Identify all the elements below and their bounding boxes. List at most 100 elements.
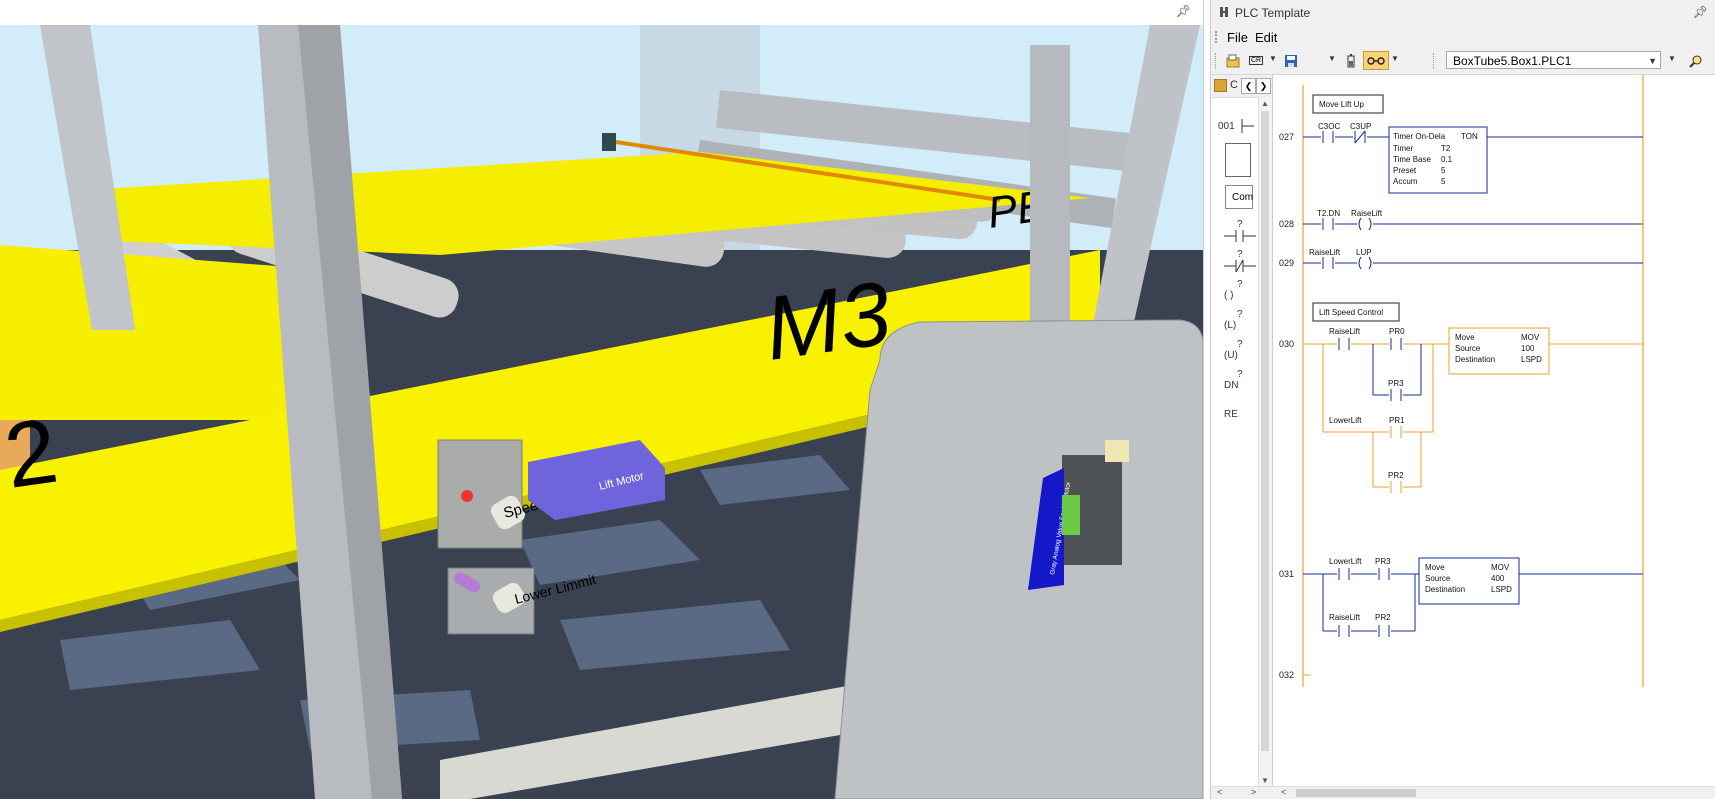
plc-template-panel: PLC Template 📌︎ File Edit CR ▼ ▼ ▼ BoxTu… <box>1210 0 1715 799</box>
menu-file[interactable]: File <box>1227 30 1248 45</box>
block-param-name: Preset <box>1393 166 1417 175</box>
xic-contact[interactable] <box>1389 338 1403 350</box>
ote-coil[interactable] <box>1357 256 1373 270</box>
3d-scene[interactable]: PE3 M3 2 Speed Change Lift Motor Lower L… <box>0 25 1203 799</box>
block-param-value: 400 <box>1491 574 1505 583</box>
rung-number: 030 <box>1279 339 1294 349</box>
control-panel[interactable] <box>834 319 1203 799</box>
contact-label: RaiseLift <box>1329 613 1361 622</box>
ote-coil-icon[interactable]: ( ) <box>1224 290 1256 301</box>
palette-rung-number: 001 <box>1218 121 1235 132</box>
palette-prev-button[interactable]: ❮ <box>1241 78 1256 94</box>
search-icon <box>1689 55 1702 68</box>
block-param-name: Source <box>1455 344 1481 353</box>
compare-item-label: Com <box>1232 192 1254 203</box>
xio-contact-icon[interactable] <box>1224 259 1256 273</box>
scroll-thumb[interactable] <box>1261 111 1269 751</box>
rung-number: 031 <box>1279 569 1294 579</box>
plc-app-icon <box>1220 7 1228 17</box>
block-type: TON <box>1461 132 1478 141</box>
simulation-viewport[interactable]: 📌︎ PE3 M3 2 Speed Lift Motor Lower Limmi… <box>0 0 1204 799</box>
scroll-down-icon[interactable]: ▼ <box>1261 776 1269 785</box>
menubar-grip <box>1215 31 1219 43</box>
xio-contact[interactable] <box>1353 130 1367 144</box>
plc-toolbar: CR ▼ ▼ ▼ BoxTube5.Box1.PLC1 ▼ ▼ <box>1211 48 1715 75</box>
block-param-name: Accum <box>1393 177 1418 186</box>
instruction-palette: C ❮ ❯ 001 Com ? ? ? ( ) ? (L) ? (U) ? DN… <box>1211 75 1273 787</box>
rung-number: 028 <box>1279 219 1294 229</box>
branch-block-item[interactable] <box>1225 143 1251 177</box>
contact-label: PR3 <box>1375 557 1391 566</box>
palette-title: C <box>1230 79 1238 91</box>
re-coil-icon[interactable]: RE <box>1224 409 1256 420</box>
rung-comment-text: Move Lift Up <box>1319 100 1364 109</box>
block-param-value: 5 <box>1441 177 1446 186</box>
scroll-left-icon[interactable]: < <box>1281 787 1286 797</box>
scroll-thumb[interactable] <box>1296 789 1416 797</box>
toolbar-overflow-icon[interactable]: ▼ <box>1328 54 1336 63</box>
xic-contact[interactable] <box>1321 131 1335 143</box>
right-frame <box>1030 45 1070 335</box>
palette-color-icon <box>1214 79 1227 92</box>
xic-contact[interactable] <box>1321 257 1335 269</box>
toolbar-overflow-icon[interactable]: ▼ <box>1391 54 1399 63</box>
block-param-value: 100 <box>1521 344 1535 353</box>
plc-window-title: PLC Template <box>1235 6 1311 20</box>
contact-label: PR2 <box>1388 471 1404 480</box>
save-button[interactable] <box>1281 51 1301 70</box>
ladder-diagram[interactable]: Move Lift Up 027 C3OC C3UP Timer On-Dela… <box>1273 75 1715 787</box>
xic-contact[interactable] <box>1377 568 1391 580</box>
scroll-up-icon[interactable]: ▲ <box>1261 99 1269 108</box>
xic-contact[interactable] <box>1337 338 1351 350</box>
xic-contact-icon[interactable] <box>1224 229 1256 243</box>
pin-icon[interactable]: 📌︎ <box>1693 5 1708 19</box>
block-type: MOV <box>1521 333 1540 342</box>
xic-contact[interactable] <box>1337 625 1351 637</box>
compare-item[interactable]: Com <box>1225 185 1253 209</box>
palette-scrollbar[interactable]: ▲ ▼ <box>1258 97 1272 787</box>
block-param-name: Time Base <box>1393 155 1431 164</box>
ote-coil[interactable] <box>1357 217 1373 231</box>
panel-green-led <box>1062 495 1080 535</box>
toolbar-overflow-icon[interactable]: ▼ <box>1668 54 1676 63</box>
block-type: MOV <box>1491 563 1510 572</box>
xic-contact[interactable] <box>1389 389 1403 401</box>
speed-change-sensor[interactable] <box>437 439 523 549</box>
xic-contact[interactable] <box>1377 625 1391 637</box>
xic-contact[interactable] <box>1389 426 1403 438</box>
indicator-light <box>461 490 473 502</box>
dn-coil-icon[interactable]: DN <box>1224 380 1256 391</box>
block-param-value: T2 <box>1441 144 1451 153</box>
open-file-icon <box>1226 54 1240 67</box>
toolbar-overflow-icon[interactable]: ▼ <box>1269 54 1277 63</box>
otl-coil-icon[interactable]: (L) <box>1224 320 1256 331</box>
xic-contact[interactable] <box>1389 481 1403 493</box>
palette-header: C ❮ ❯ <box>1211 75 1272 98</box>
block-param-name: Destination <box>1455 355 1495 364</box>
contact-label: PR0 <box>1389 327 1405 336</box>
find-button[interactable] <box>1685 51 1707 70</box>
xic-contact[interactable] <box>1321 218 1335 230</box>
save-icon <box>1285 54 1297 67</box>
menu-edit[interactable]: Edit <box>1255 30 1277 45</box>
pin-icon[interactable]: 📌︎ <box>1176 4 1191 18</box>
otu-coil-icon[interactable]: (U) <box>1224 350 1256 361</box>
scroll-left-icon[interactable]: < <box>1217 787 1222 797</box>
open-file-button[interactable] <box>1223 51 1243 70</box>
plc-selector[interactable]: BoxTube5.Box1.PLC1 ▼ <box>1446 51 1661 69</box>
horizontal-scrollbar[interactable]: < > < <box>1211 786 1715 799</box>
block-param-value: LSPD <box>1521 355 1542 364</box>
ladder-editor[interactable]: Move Lift Up 027 C3OC C3UP Timer On-Dela… <box>1273 75 1715 787</box>
viewport-header: 📌︎ <box>0 0 1203 26</box>
contact-label: C3OC <box>1318 122 1340 131</box>
battery-button[interactable] <box>1341 51 1361 70</box>
monitor-toggle-button[interactable] <box>1363 51 1389 70</box>
scroll-right-icon[interactable]: > <box>1251 787 1256 797</box>
xic-contact[interactable] <box>1337 568 1351 580</box>
cr-button[interactable]: CR <box>1246 51 1266 70</box>
rung-start-icon[interactable] <box>1240 119 1254 133</box>
plc-selector-value: BoxTube5.Box1.PLC1 <box>1453 54 1572 68</box>
palette-next-button[interactable]: ❯ <box>1256 78 1271 94</box>
contact-label: T2.DN <box>1317 209 1340 218</box>
block-param-name: Destination <box>1425 585 1465 594</box>
